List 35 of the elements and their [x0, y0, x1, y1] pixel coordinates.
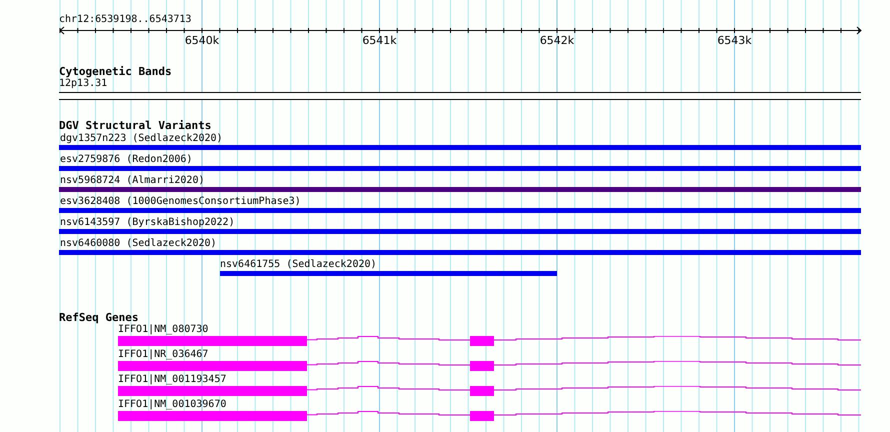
tick-label: 6543k — [717, 35, 752, 47]
exon-block[interactable] — [118, 386, 307, 396]
exon-block[interactable] — [470, 336, 494, 346]
gene-label: IFFO1|NM_001039670 — [118, 399, 228, 411]
exon-block[interactable] — [118, 336, 307, 346]
exon-block[interactable] — [118, 411, 307, 421]
variant-bar[interactable] — [59, 187, 861, 192]
exon-block[interactable] — [470, 386, 494, 396]
variant-bar[interactable] — [59, 145, 861, 150]
variant-bar[interactable] — [59, 250, 861, 255]
variant-label: nsv6143597 (ByrskaBishop2022) — [59, 216, 236, 229]
tick-label: 6542k — [540, 35, 574, 47]
variant-bar[interactable] — [220, 271, 557, 276]
exon-block[interactable] — [118, 361, 307, 371]
chromosome-location: chr12:6539198..6543713 — [59, 13, 192, 26]
tick-label: 6541k — [362, 35, 397, 47]
gene-label: IFFO1|NM_001193457 — [118, 374, 228, 386]
variant-bar[interactable] — [59, 229, 861, 234]
variant-label: nsv6460080 (Sedlazeck2020) — [59, 237, 218, 250]
track-title: Cytogenetic Bands — [59, 66, 173, 78]
variant-bar[interactable] — [59, 166, 861, 171]
variant-label: nsv6461755 (Sedlazeck2020) — [220, 258, 378, 271]
track-title: RefSeq Genes — [59, 312, 140, 324]
band-label: 12p13.31 — [59, 78, 108, 89]
variant-label: esv2759876 (Redon2006) — [59, 153, 194, 166]
variant-label: nsv5968724 (Almarri2020) — [59, 174, 206, 187]
variant-bar[interactable] — [59, 208, 861, 213]
variant-label: dgv1357n223 (Sedlazeck2020) — [59, 132, 224, 145]
tick-label: 6540k — [184, 35, 220, 47]
variant-label: esv3628408 (1000GenomesConsortiumPhase3) — [59, 195, 302, 208]
gene-label: IFFO1|NR_036467 — [118, 349, 210, 361]
exon-block[interactable] — [470, 411, 494, 421]
exon-block[interactable] — [470, 361, 494, 371]
gene-label: IFFO1|NM_080730 — [118, 324, 210, 336]
track-title: DGV Structural Variants — [59, 120, 212, 132]
